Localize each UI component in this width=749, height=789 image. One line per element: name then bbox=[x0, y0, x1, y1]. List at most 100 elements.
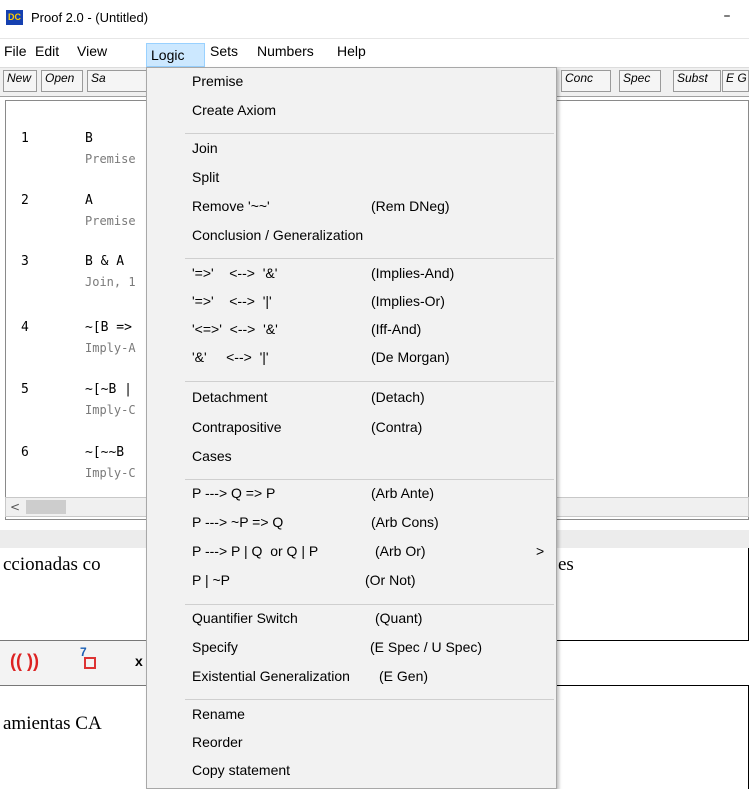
parentheses-icon[interactable]: (( )) bbox=[10, 651, 39, 672]
menu-separator bbox=[185, 258, 554, 259]
menu-item-shortcut: (E Spec / U Spec) bbox=[370, 639, 483, 655]
scroll-left-icon[interactable]: < bbox=[6, 498, 24, 516]
menu-numbers[interactable]: Numbers bbox=[253, 43, 318, 67]
line-reason: Imply-C bbox=[85, 466, 136, 480]
line-statement: ~[~B | bbox=[85, 382, 132, 397]
menu-item-shortcut: (Implies-And) bbox=[371, 265, 455, 281]
menu-separator bbox=[185, 133, 554, 134]
menu-item-de-morgan[interactable]: '&' <--> '|' (De Morgan) bbox=[147, 349, 556, 375]
menu-item-label: Rename bbox=[192, 706, 245, 722]
menu-item-copy-statement[interactable]: Copy statement bbox=[147, 762, 556, 788]
menu-bar: File Edit View Logic Sets Numbers Help bbox=[0, 43, 749, 67]
line-number: 3 bbox=[21, 254, 29, 269]
menu-item-label: P | ~P bbox=[192, 572, 231, 588]
menu-item-shortcut: (Implies-Or) bbox=[371, 293, 445, 309]
menu-item-label: Specify bbox=[192, 639, 238, 655]
menu-item-remove-dneg[interactable]: Remove '~~' (Rem DNeg) bbox=[147, 198, 556, 224]
menu-separator bbox=[185, 604, 554, 605]
line-reason: Premise bbox=[85, 152, 136, 166]
menu-item-create-axiom[interactable]: Create Axiom bbox=[147, 102, 556, 128]
menu-item-label: P ---> ~P => Q bbox=[192, 514, 284, 530]
menu-item-implies-or[interactable]: '=>' <--> '|' (Implies-Or) bbox=[147, 293, 556, 319]
menu-item-split[interactable]: Split bbox=[147, 169, 556, 195]
menu-item-shortcut: (Detach) bbox=[371, 389, 425, 405]
menu-item-shortcut: (E Gen) bbox=[379, 668, 429, 684]
conc-button[interactable]: Conc bbox=[561, 70, 611, 92]
menu-item-shortcut: (Contra) bbox=[371, 419, 423, 435]
menu-item-shortcut: (Arb Cons) bbox=[371, 514, 439, 530]
menu-sets[interactable]: Sets bbox=[206, 43, 242, 67]
close-icon[interactable]: x bbox=[135, 653, 143, 669]
menu-item-arb-cons[interactable]: P ---> ~P => Q (Arb Cons) bbox=[147, 514, 556, 540]
menu-item-shortcut: (Rem DNeg) bbox=[371, 198, 450, 214]
menu-item-contrapositive[interactable]: Contrapositive (Contra) bbox=[147, 419, 556, 445]
menu-item-label: Detachment bbox=[192, 389, 268, 405]
line-reason: Imply-A bbox=[85, 341, 136, 355]
app-icon: DC bbox=[6, 10, 23, 25]
menu-item-detachment[interactable]: Detachment (Detach) bbox=[147, 389, 556, 415]
new-button[interactable]: New bbox=[3, 70, 37, 92]
menu-item-label: Create Axiom bbox=[192, 102, 277, 118]
line-statement: B bbox=[85, 131, 93, 146]
menu-item-specify[interactable]: Specify (E Spec / U Spec) bbox=[147, 639, 556, 665]
save-button[interactable]: Sa bbox=[87, 70, 147, 92]
menu-item-label: '=>' <--> '|' bbox=[192, 293, 272, 309]
menu-separator bbox=[185, 479, 554, 480]
menu-item-arb-ante[interactable]: P ---> Q => P (Arb Ante) bbox=[147, 485, 556, 511]
menu-file[interactable]: File bbox=[0, 43, 31, 67]
line-number: 1 bbox=[21, 131, 29, 146]
menu-item-label: Join bbox=[192, 140, 218, 156]
line-reason: Join, 1 bbox=[85, 275, 136, 289]
menu-item-arb-or[interactable]: P ---> P | Q or Q | P (Arb Or) > bbox=[147, 543, 556, 569]
box-icon bbox=[84, 657, 96, 669]
menu-item-implies-and[interactable]: '=>' <--> '&' (Implies-And) bbox=[147, 265, 556, 291]
menu-item-conclusion[interactable]: Conclusion / Generalization bbox=[147, 227, 556, 253]
line-reason: Imply-C bbox=[85, 403, 136, 417]
window-title: Proof 2.0 - (Untitled) bbox=[31, 10, 149, 25]
spec-button[interactable]: Spec bbox=[619, 70, 661, 92]
menu-item-label: Quantifier Switch bbox=[192, 610, 298, 626]
scroll-thumb[interactable] bbox=[26, 500, 66, 514]
minimize-button[interactable]: – bbox=[716, 8, 738, 28]
menu-item-label: '<=>' <--> '&' bbox=[192, 321, 278, 337]
line-statement: A bbox=[85, 193, 93, 208]
line-statement: B & A bbox=[85, 254, 125, 269]
menu-item-existential-generalization[interactable]: Existential Generalization (E Gen) bbox=[147, 668, 556, 694]
menu-logic[interactable]: Logic bbox=[146, 43, 205, 67]
line-number: 5 bbox=[21, 382, 29, 397]
menu-item-iff-and[interactable]: '<=>' <--> '&' (Iff-And) bbox=[147, 321, 556, 347]
e-gen-button[interactable]: E G bbox=[722, 70, 749, 92]
menu-view[interactable]: View bbox=[73, 43, 111, 67]
tool-icon-strip: (( )) 7 x bbox=[0, 640, 148, 686]
menu-item-shortcut: (Iff-And) bbox=[371, 321, 422, 337]
menu-item-or-not[interactable]: P | ~P (Or Not) bbox=[147, 572, 556, 598]
menu-item-label: P ---> Q => P bbox=[192, 485, 276, 501]
menu-item-reorder[interactable]: Reorder bbox=[147, 734, 556, 760]
menu-item-label: Cases bbox=[192, 448, 232, 464]
line-number: 4 bbox=[21, 320, 29, 335]
menu-item-shortcut: (De Morgan) bbox=[371, 349, 450, 365]
menu-item-label: Reorder bbox=[192, 734, 243, 750]
menu-item-premise[interactable]: Premise bbox=[147, 73, 556, 99]
menu-item-cases[interactable]: Cases bbox=[147, 448, 556, 474]
menu-help[interactable]: Help bbox=[333, 43, 370, 67]
menu-item-label: Contrapositive bbox=[192, 419, 282, 435]
menu-item-label: P ---> P | Q or Q | P bbox=[192, 543, 319, 559]
title-bar: DC Proof 2.0 - (Untitled) – bbox=[0, 0, 749, 39]
open-button[interactable]: Open bbox=[41, 70, 83, 92]
menu-item-shortcut: (Quant) bbox=[375, 610, 423, 626]
submenu-arrow-icon: > bbox=[536, 543, 545, 559]
subst-button[interactable]: Subst bbox=[673, 70, 721, 92]
menu-edit[interactable]: Edit bbox=[31, 43, 63, 67]
menu-item-quantifier-switch[interactable]: Quantifier Switch (Quant) bbox=[147, 610, 556, 636]
line-number: 6 bbox=[21, 445, 29, 460]
menu-item-label: Remove '~~' bbox=[192, 198, 270, 214]
menu-item-label: '&' <--> '|' bbox=[192, 349, 269, 365]
menu-item-label: Split bbox=[192, 169, 220, 185]
line-statement: ~[B => bbox=[85, 320, 132, 335]
line-number: 2 bbox=[21, 193, 29, 208]
menu-item-rename[interactable]: Rename bbox=[147, 706, 556, 732]
menu-item-label: Copy statement bbox=[192, 762, 291, 778]
menu-item-label: Conclusion / Generalization bbox=[192, 227, 364, 243]
menu-item-join[interactable]: Join bbox=[147, 140, 556, 166]
